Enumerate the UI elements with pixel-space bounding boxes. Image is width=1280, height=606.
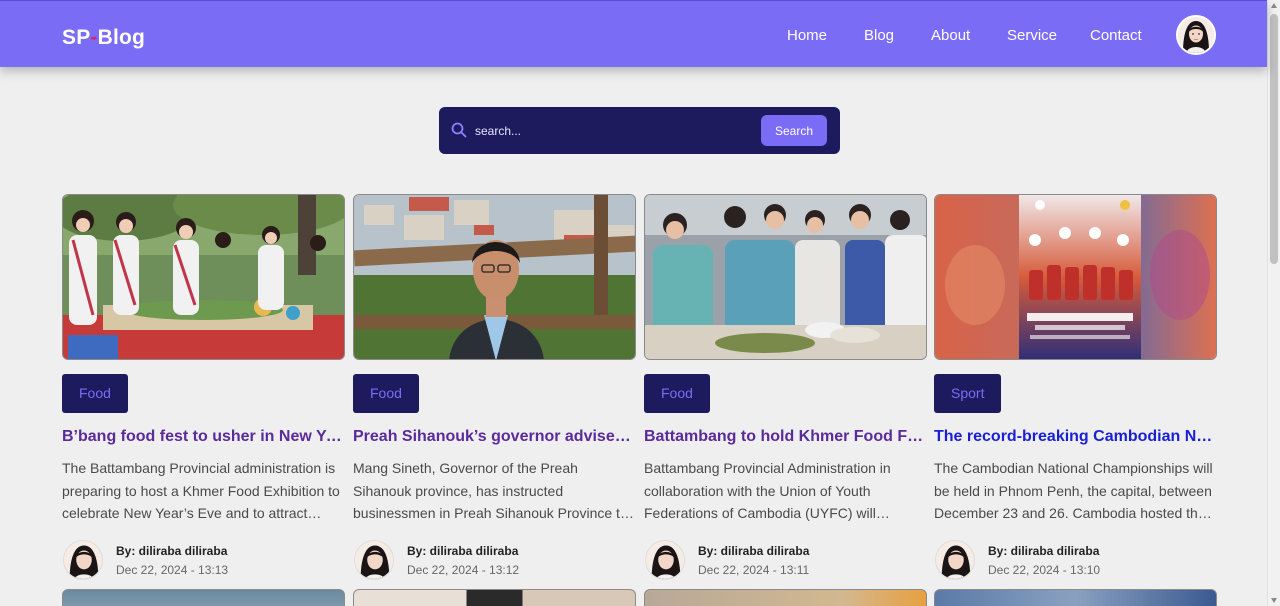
author-avatar — [935, 540, 975, 580]
post-date: Dec 22, 2024 - 13:13 — [116, 563, 229, 577]
post-card[interactable]: Sport The record-breaking Cambodian Nati… — [934, 194, 1217, 606]
nav-service[interactable]: Service — [1007, 27, 1057, 44]
author-avatar — [63, 540, 103, 580]
scroll-up-icon[interactable] — [1271, 3, 1277, 8]
khmer-food-photo — [645, 195, 926, 359]
post-image[interactable] — [644, 589, 927, 606]
author-avatar-icon — [936, 541, 974, 579]
post-image[interactable] — [62, 194, 345, 360]
post-card[interactable]: Food Battambang to hold Khmer Food Festi… — [644, 194, 927, 606]
post-excerpt: The Battambang Provincial administration… — [62, 460, 340, 521]
post-image[interactable] — [62, 589, 345, 606]
search-icon — [451, 122, 467, 138]
search-button[interactable]: Search — [761, 115, 827, 146]
author-avatar — [354, 540, 394, 580]
food-festival-photo — [63, 195, 344, 359]
user-avatar-icon — [1178, 17, 1214, 53]
search-input[interactable] — [475, 119, 755, 143]
post-date: Dec 22, 2024 - 13:11 — [698, 563, 810, 577]
top-navbar: SP-Blog Home Blog About Service Contact — [0, 0, 1267, 67]
post-title[interactable]: B’bang food fest to usher in New Year — [62, 428, 345, 446]
post-title[interactable]: Battambang to hold Khmer Food Festival — [644, 428, 927, 446]
post-image[interactable] — [934, 194, 1217, 360]
category-badge[interactable]: Sport — [934, 374, 1002, 413]
post-title[interactable]: Preah Sihanouk’s governor advises busine… — [353, 428, 636, 446]
post-image[interactable] — [934, 589, 1217, 606]
post-card[interactable]: Food Preah Sihanouk’s governor advises b… — [353, 194, 636, 606]
nav-contact[interactable]: Contact — [1090, 27, 1142, 44]
author-name: By: diliraba diliraba — [407, 544, 519, 558]
search-bar: Search — [439, 107, 840, 154]
scroll-down-icon[interactable] — [1271, 598, 1277, 603]
nav-about[interactable]: About — [931, 27, 970, 44]
logo-dash: - — [90, 26, 98, 49]
scroll-thumb[interactable] — [1270, 14, 1278, 264]
post-excerpt: The Cambodian National Championships wil… — [934, 460, 1213, 521]
nav-home[interactable]: Home — [787, 27, 827, 44]
author-avatar-icon — [646, 541, 684, 579]
governor-photo — [354, 195, 635, 359]
post-excerpt: Mang Sineth, Governor of the Preah Sihan… — [353, 460, 628, 521]
page-scrollbar[interactable] — [1267, 0, 1280, 606]
post-image[interactable] — [353, 194, 636, 360]
nav-blog[interactable]: Blog — [864, 27, 894, 44]
championship-poster — [935, 195, 1216, 359]
logo-text-blog: Blog — [97, 26, 146, 49]
post-title[interactable]: The record-breaking Cambodian National C… — [934, 428, 1217, 446]
site-logo[interactable]: SP-Blog — [62, 26, 145, 50]
profile-avatar[interactable] — [1176, 15, 1216, 55]
category-badge[interactable]: Food — [62, 374, 128, 413]
logo-text-sp: SP — [62, 26, 91, 49]
author-name: By: diliraba diliraba — [698, 544, 810, 558]
post-card[interactable]: Food B’bang food fest to usher in New Ye… — [62, 194, 345, 606]
post-excerpt: Battambang Provincial Administration in … — [644, 460, 891, 521]
post-image[interactable] — [353, 589, 636, 606]
author-avatar — [645, 540, 685, 580]
category-badge[interactable]: Food — [353, 374, 419, 413]
author-avatar-icon — [64, 541, 102, 579]
author-avatar-icon — [355, 541, 393, 579]
category-badge[interactable]: Food — [644, 374, 710, 413]
author-name: By: diliraba diliraba — [988, 544, 1100, 558]
post-image[interactable] — [644, 194, 927, 360]
author-name: By: diliraba diliraba — [116, 544, 228, 558]
post-date: Dec 22, 2024 - 13:12 — [407, 563, 520, 577]
post-date: Dec 22, 2024 - 13:10 — [988, 563, 1101, 577]
